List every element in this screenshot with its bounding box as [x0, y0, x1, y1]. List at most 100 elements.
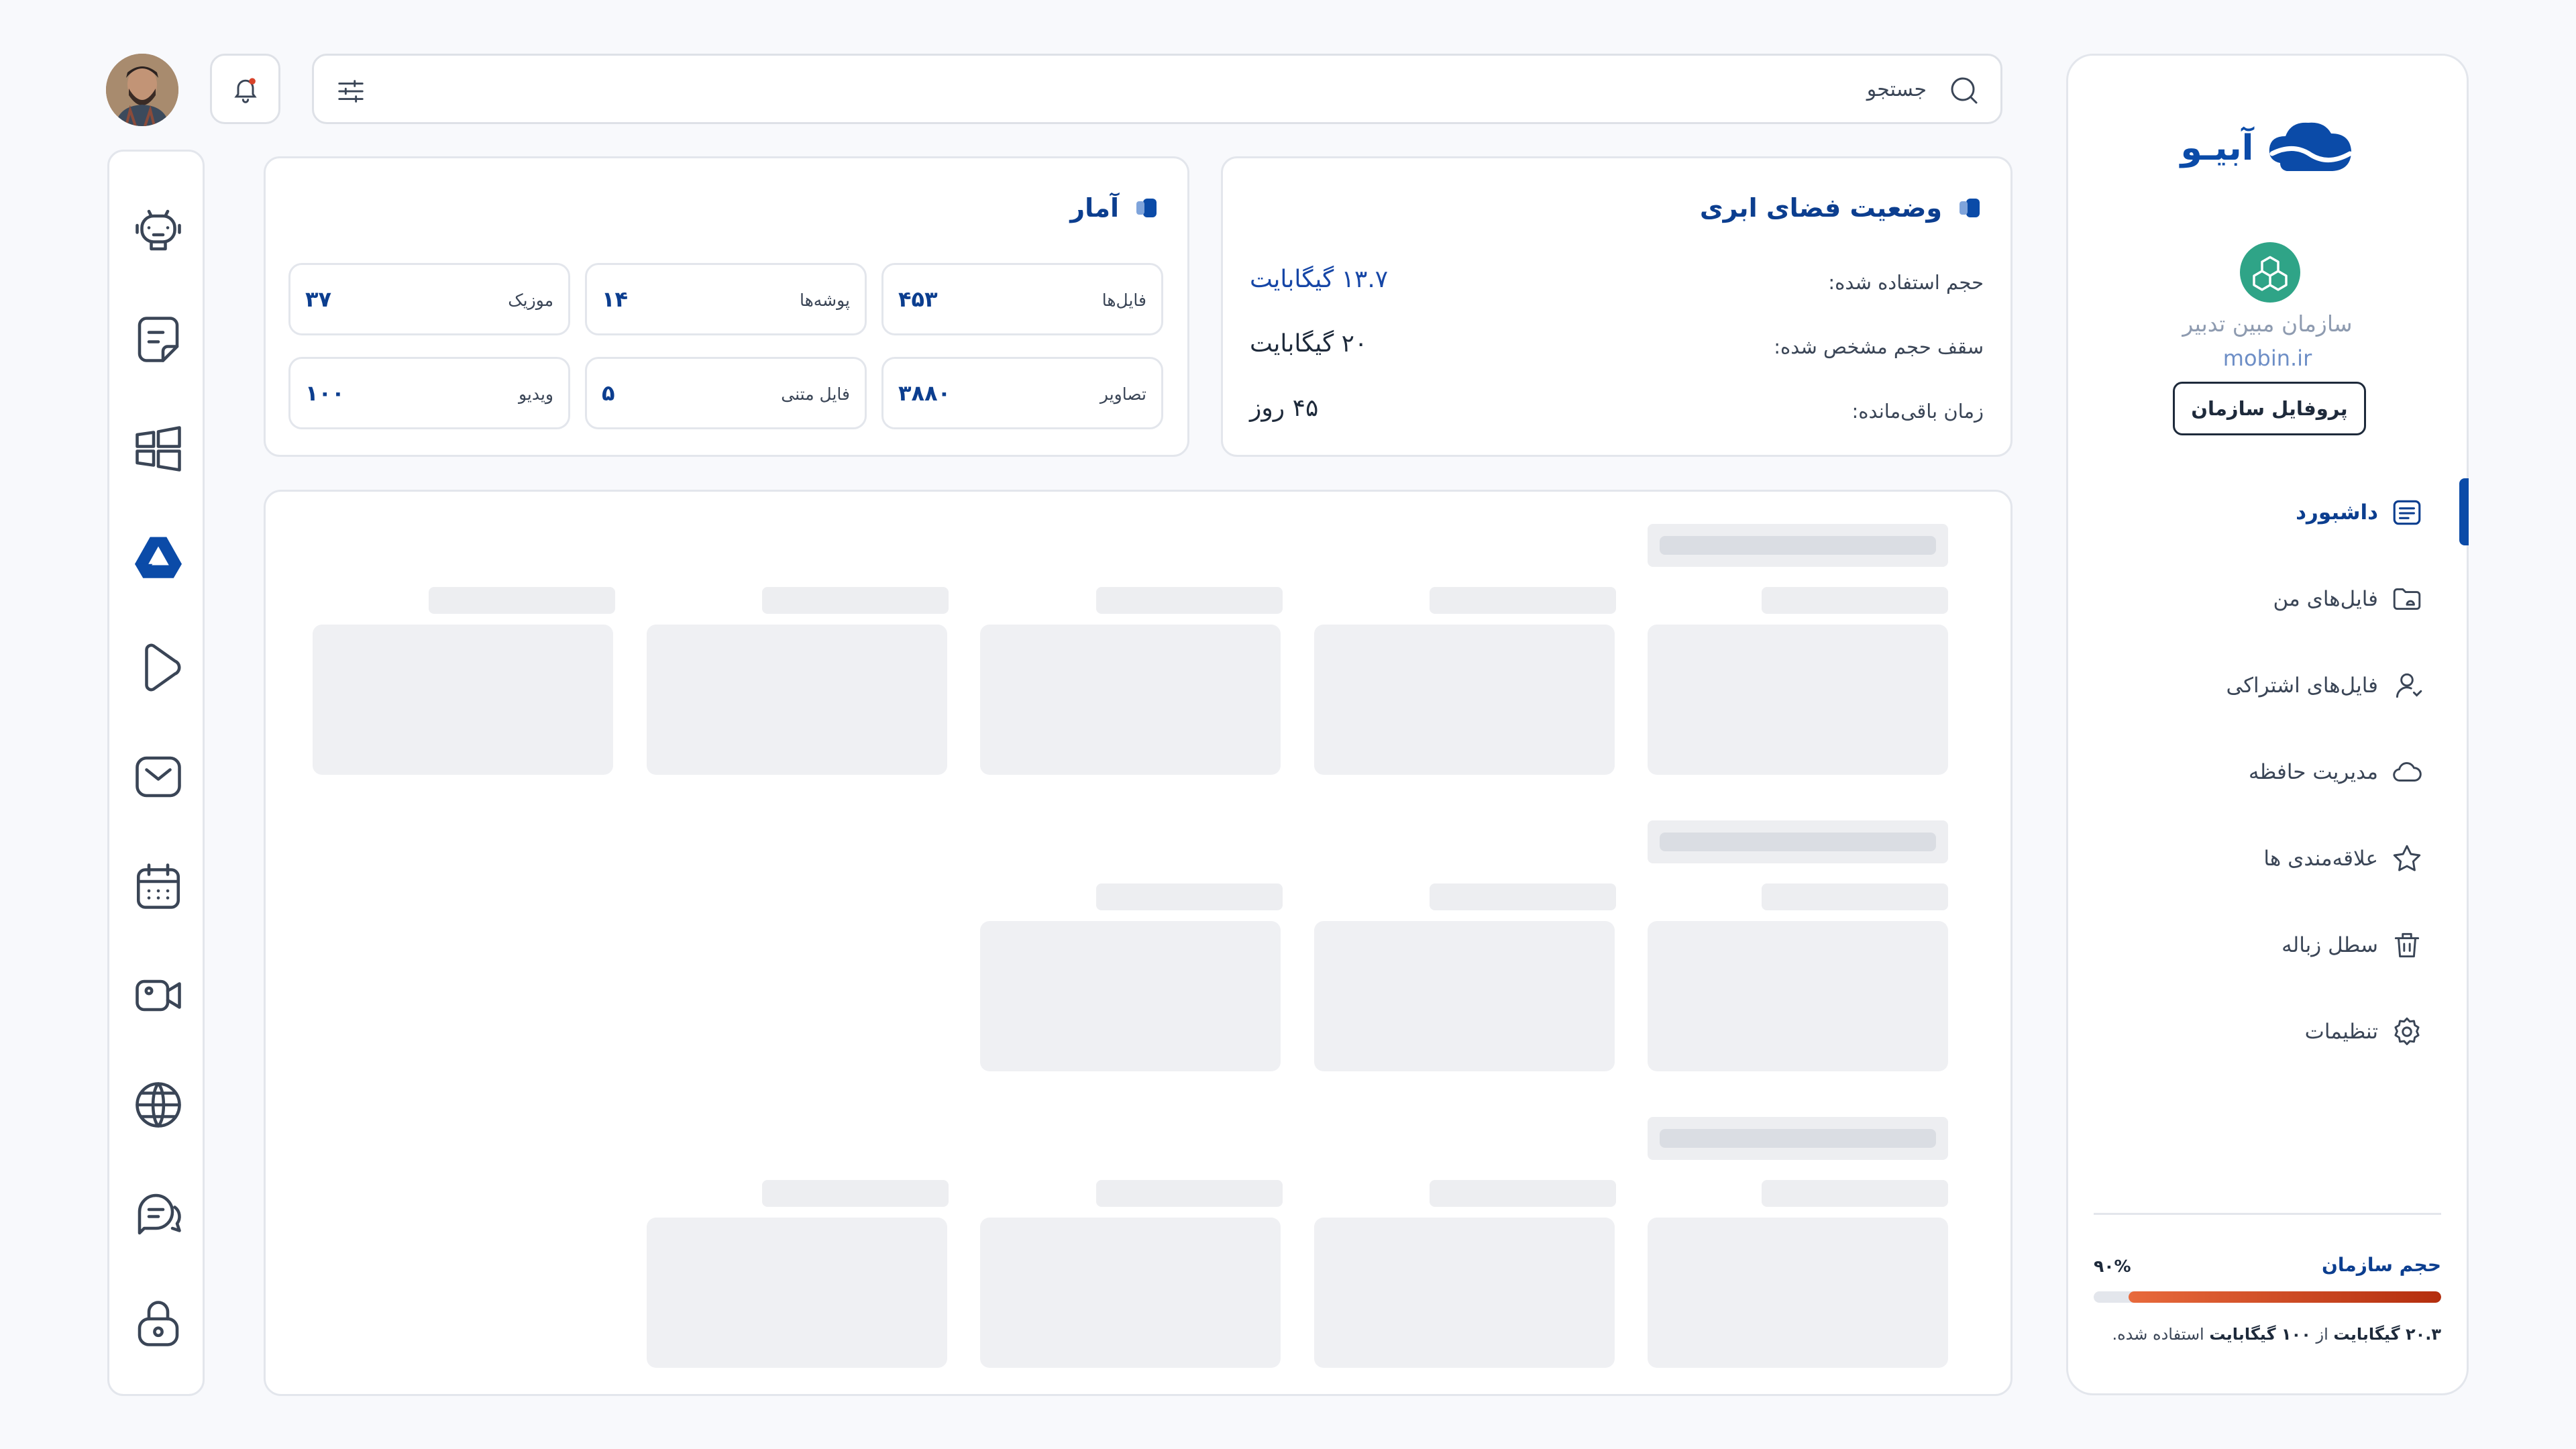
skeleton-label: [1430, 883, 1616, 910]
org-name: سازمان مبین تدبیر: [2182, 311, 2353, 337]
notification-button[interactable]: [210, 54, 280, 124]
stat-label: فایل‌ها: [1102, 290, 1146, 310]
star-icon: [2390, 842, 2424, 875]
cloud-logo-icon: [2267, 116, 2354, 180]
skeleton-card: [980, 625, 1281, 775]
nav-shared-files[interactable]: فایل‌های اشتراکی: [2226, 662, 2424, 709]
stats-card: آمار فایل‌ها ۴۵۳ پوشه‌ها ۱۴ موزیک ۳۷ تصا…: [264, 156, 1189, 457]
avatar-image: [106, 54, 178, 126]
lock-icon[interactable]: [128, 1293, 189, 1354]
card-header: وضعیت فضای ابری: [1700, 193, 1982, 223]
search-input[interactable]: [786, 69, 1927, 109]
brand-logo[interactable]: آبیـو: [2068, 116, 2467, 180]
storage-of: از: [2316, 1325, 2328, 1344]
content-skeleton: [264, 490, 2012, 1396]
nav-my-files[interactable]: فایل‌های من: [2273, 576, 2424, 623]
stat-value: ۵: [602, 380, 615, 406]
bell-icon: [231, 74, 260, 104]
nav-label: فایل‌های اشتراکی: [2226, 674, 2378, 698]
row-value: ۴۵ روز: [1250, 394, 1319, 422]
stat-tile-video[interactable]: ویدیو ۱۰۰: [288, 357, 570, 429]
stat-tile-folders[interactable]: پوشه‌ها ۱۴: [585, 263, 867, 335]
skeleton-section-title: [1648, 524, 1948, 567]
card-header: آمار: [1070, 193, 1159, 223]
note-icon[interactable]: [128, 309, 189, 370]
stat-tile-music[interactable]: موزیک ۳۷: [288, 263, 570, 335]
row-label: سقف حجم مشخص شده:: [1774, 335, 1984, 358]
stat-value: ۴۵۳: [898, 286, 938, 312]
storage-total: ۱۰۰ گیگابایت: [2209, 1325, 2311, 1344]
skeleton-label: [762, 1180, 949, 1207]
skeleton-label: [1762, 1180, 1948, 1207]
main-sidebar: آبیـو سازمان مبین تدبیر mobin.ir پروفایل…: [2066, 54, 2469, 1395]
skeleton-label: [1096, 1180, 1283, 1207]
mail-icon[interactable]: [128, 747, 189, 807]
org-profile-button[interactable]: پروفایل سازمان: [2173, 382, 2366, 435]
cloud-icon: [2390, 755, 2424, 789]
app-rail: [107, 150, 205, 1396]
cloud-status-title: وضعیت فضای ابری: [1699, 193, 1942, 223]
skeleton-card: [313, 625, 613, 775]
play-icon[interactable]: [128, 637, 189, 698]
skeleton-label: [429, 587, 615, 614]
stat-value: ۳۷: [305, 286, 332, 312]
shared-user-icon: [2390, 669, 2424, 702]
stat-value: ۱۰۰: [305, 380, 345, 406]
skeleton-card: [980, 921, 1281, 1071]
dashboard-icon: [2390, 496, 2424, 529]
nav-label: علاقه‌مندی ها: [2263, 847, 2378, 871]
stat-tile-files[interactable]: فایل‌ها ۴۵۳: [881, 263, 1163, 335]
stat-label: پوشه‌ها: [799, 290, 850, 310]
nav-label: مدیریت حافظه: [2248, 760, 2378, 784]
stat-tile-images[interactable]: تصاویر ۳۸۸۰: [881, 357, 1163, 429]
search-icon[interactable]: [1948, 74, 1980, 107]
stat-tile-text-files[interactable]: فایل متنی ۵: [585, 357, 867, 429]
storage-used: ۲۰.۳ گیگابایت: [2333, 1325, 2441, 1344]
calendar-icon[interactable]: [128, 856, 189, 916]
row-value: ۱۳.۷ گیگابایت: [1250, 266, 1389, 293]
nav-label: فایل‌های من: [2273, 587, 2378, 611]
storage-percent: ۹۰%: [2094, 1256, 2131, 1276]
nav-trash[interactable]: سطل زباله: [2282, 922, 2424, 969]
robot-icon[interactable]: [128, 200, 189, 260]
remaining-time-row: زمان باقی‌مانده: ۴۵ روز: [1250, 394, 1984, 428]
stat-value: ۳۸۸۰: [898, 380, 951, 406]
skeleton-label: [1096, 587, 1283, 614]
skeleton-section-title: [1648, 1117, 1948, 1160]
nav-storage[interactable]: مدیریت حافظه: [2249, 749, 2424, 796]
chat-icon[interactable]: [128, 1184, 189, 1244]
nav-settings[interactable]: تنظیمات: [2305, 1008, 2424, 1055]
skeleton-card: [1648, 921, 1948, 1071]
storage-progress-bar: [2094, 1291, 2441, 1303]
section-marker-icon: [1135, 196, 1159, 220]
folder-icon: [2390, 582, 2424, 616]
nav-dashboard[interactable]: داشبورد: [2296, 489, 2424, 536]
section-marker-icon: [1958, 196, 1982, 220]
filter-icon[interactable]: [335, 76, 366, 107]
stat-label: فایل متنی: [781, 384, 850, 404]
drive-icon[interactable]: [128, 528, 189, 588]
stat-label: موزیک: [508, 290, 553, 310]
org-domain: mobin.ir: [2222, 345, 2312, 371]
video-icon[interactable]: [128, 965, 189, 1026]
skeleton-card: [1648, 1218, 1948, 1368]
skeleton-card: [1314, 1218, 1615, 1368]
skeleton-label: [1430, 587, 1616, 614]
used-volume-row: حجم استفاده شده: ۱۳.۷ گیگابایت: [1250, 266, 1984, 299]
skeleton-card: [1314, 921, 1615, 1071]
user-avatar[interactable]: [106, 54, 178, 126]
row-value: ۲۰ گیگابایت: [1250, 330, 1368, 358]
nav-favorites[interactable]: علاقه‌مندی ها: [2263, 835, 2424, 882]
skeleton-card: [647, 1218, 947, 1368]
skeleton-label: [762, 587, 949, 614]
skeleton-card: [647, 625, 947, 775]
windows-icon[interactable]: [128, 419, 189, 479]
search-bar[interactable]: [312, 54, 2002, 124]
globe-icon[interactable]: [128, 1075, 189, 1135]
quota-row: سقف حجم مشخص شده: ۲۰ گیگابایت: [1250, 330, 1984, 364]
skeleton-section-title: [1648, 820, 1948, 863]
skeleton-label: [1762, 883, 1948, 910]
org-logo: [2240, 242, 2300, 303]
divider: [2094, 1213, 2441, 1215]
stat-label: ویدیو: [518, 384, 553, 404]
